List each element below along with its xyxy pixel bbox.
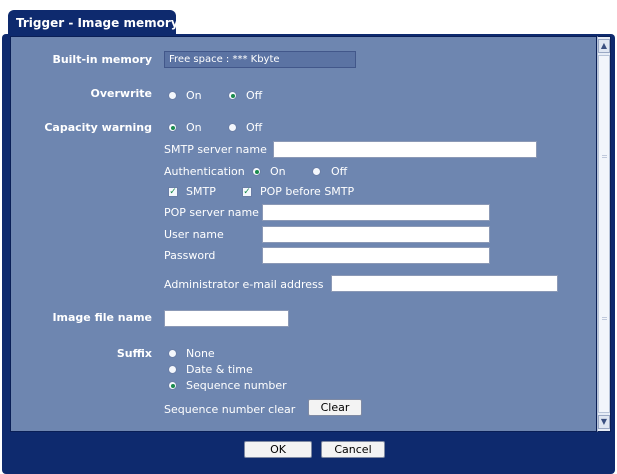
suffix-none-label: None — [186, 347, 215, 360]
capacity-warning-off-radio[interactable] — [228, 123, 237, 132]
authentication-off-radio[interactable] — [312, 167, 321, 176]
suffix-label: Suffix — [116, 347, 152, 360]
scrollbar-thumb[interactable] — [598, 55, 610, 413]
image-file-name-input[interactable] — [164, 310, 289, 327]
ok-button[interactable]: OK — [244, 441, 312, 458]
tab-trigger-image-memory[interactable]: Trigger - Image memory — [8, 10, 179, 36]
pop-server-name-input[interactable] — [262, 204, 490, 221]
admin-email-label: Administrator e-mail address — [164, 278, 324, 291]
cancel-button[interactable]: Cancel — [321, 441, 385, 458]
pop-before-smtp-checkbox[interactable]: ✓ — [242, 187, 252, 197]
builtin-memory-label: Built-in memory — [52, 53, 152, 66]
overwrite-label: Overwrite — [90, 87, 152, 100]
tab-bar: Trigger - Image memory — [0, 0, 617, 36]
pop-server-name-label: POP server name — [164, 206, 259, 219]
scroll-down-arrow-icon[interactable]: ▼ — [598, 415, 610, 429]
free-space-display: Free space : *** Kbyte — [164, 51, 356, 68]
grip-line — [602, 157, 607, 158]
suffix-none-radio[interactable] — [168, 349, 177, 358]
capacity-warning-on-radio[interactable] — [168, 123, 177, 132]
password-input[interactable] — [262, 247, 490, 264]
overwrite-off-label: Off — [246, 89, 263, 102]
password-label: Password — [164, 249, 216, 262]
capacity-warning-on-label: On — [186, 121, 202, 134]
overwrite-on-radio[interactable] — [168, 91, 177, 100]
image-file-name-label: Image file name — [52, 311, 152, 324]
overwrite-off-radio[interactable] — [228, 91, 237, 100]
smtp-server-name-input[interactable] — [273, 141, 537, 158]
user-name-label: User name — [164, 228, 224, 241]
grip-line — [602, 319, 607, 320]
capacity-warning-off-label: Off — [246, 121, 263, 134]
suffix-sequence-number-radio[interactable] — [168, 381, 177, 390]
capacity-warning-label: Capacity warning — [44, 121, 152, 134]
grip-line — [602, 317, 607, 318]
smtp-server-name-label: SMTP server name — [164, 143, 267, 156]
clear-button[interactable]: Clear — [308, 399, 362, 416]
authentication-label: Authentication — [164, 165, 245, 178]
admin-email-input[interactable] — [331, 275, 558, 292]
scroll-up-arrow-icon[interactable]: ▲ — [598, 39, 610, 53]
pop-before-smtp-label: POP before SMTP — [260, 185, 355, 198]
authentication-off-label: Off — [331, 165, 348, 178]
suffix-date-time-radio[interactable] — [168, 365, 177, 374]
authentication-on-label: On — [270, 165, 286, 178]
sequence-number-clear-label: Sequence number clear — [164, 403, 296, 416]
vertical-scrollbar[interactable]: ▲ ▼ — [597, 36, 611, 432]
smtp-checkbox[interactable]: ✓ — [168, 187, 178, 197]
authentication-on-radio[interactable] — [252, 167, 261, 176]
user-name-input[interactable] — [262, 226, 490, 243]
overwrite-on-label: On — [186, 89, 202, 102]
suffix-sequence-number-label: Sequence number — [186, 379, 287, 392]
suffix-date-time-label: Date & time — [186, 363, 253, 376]
settings-panel: Built-in memory Free space : *** Kbyte O… — [10, 36, 597, 432]
smtp-checkbox-label: SMTP — [186, 185, 216, 198]
grip-line — [602, 155, 607, 156]
